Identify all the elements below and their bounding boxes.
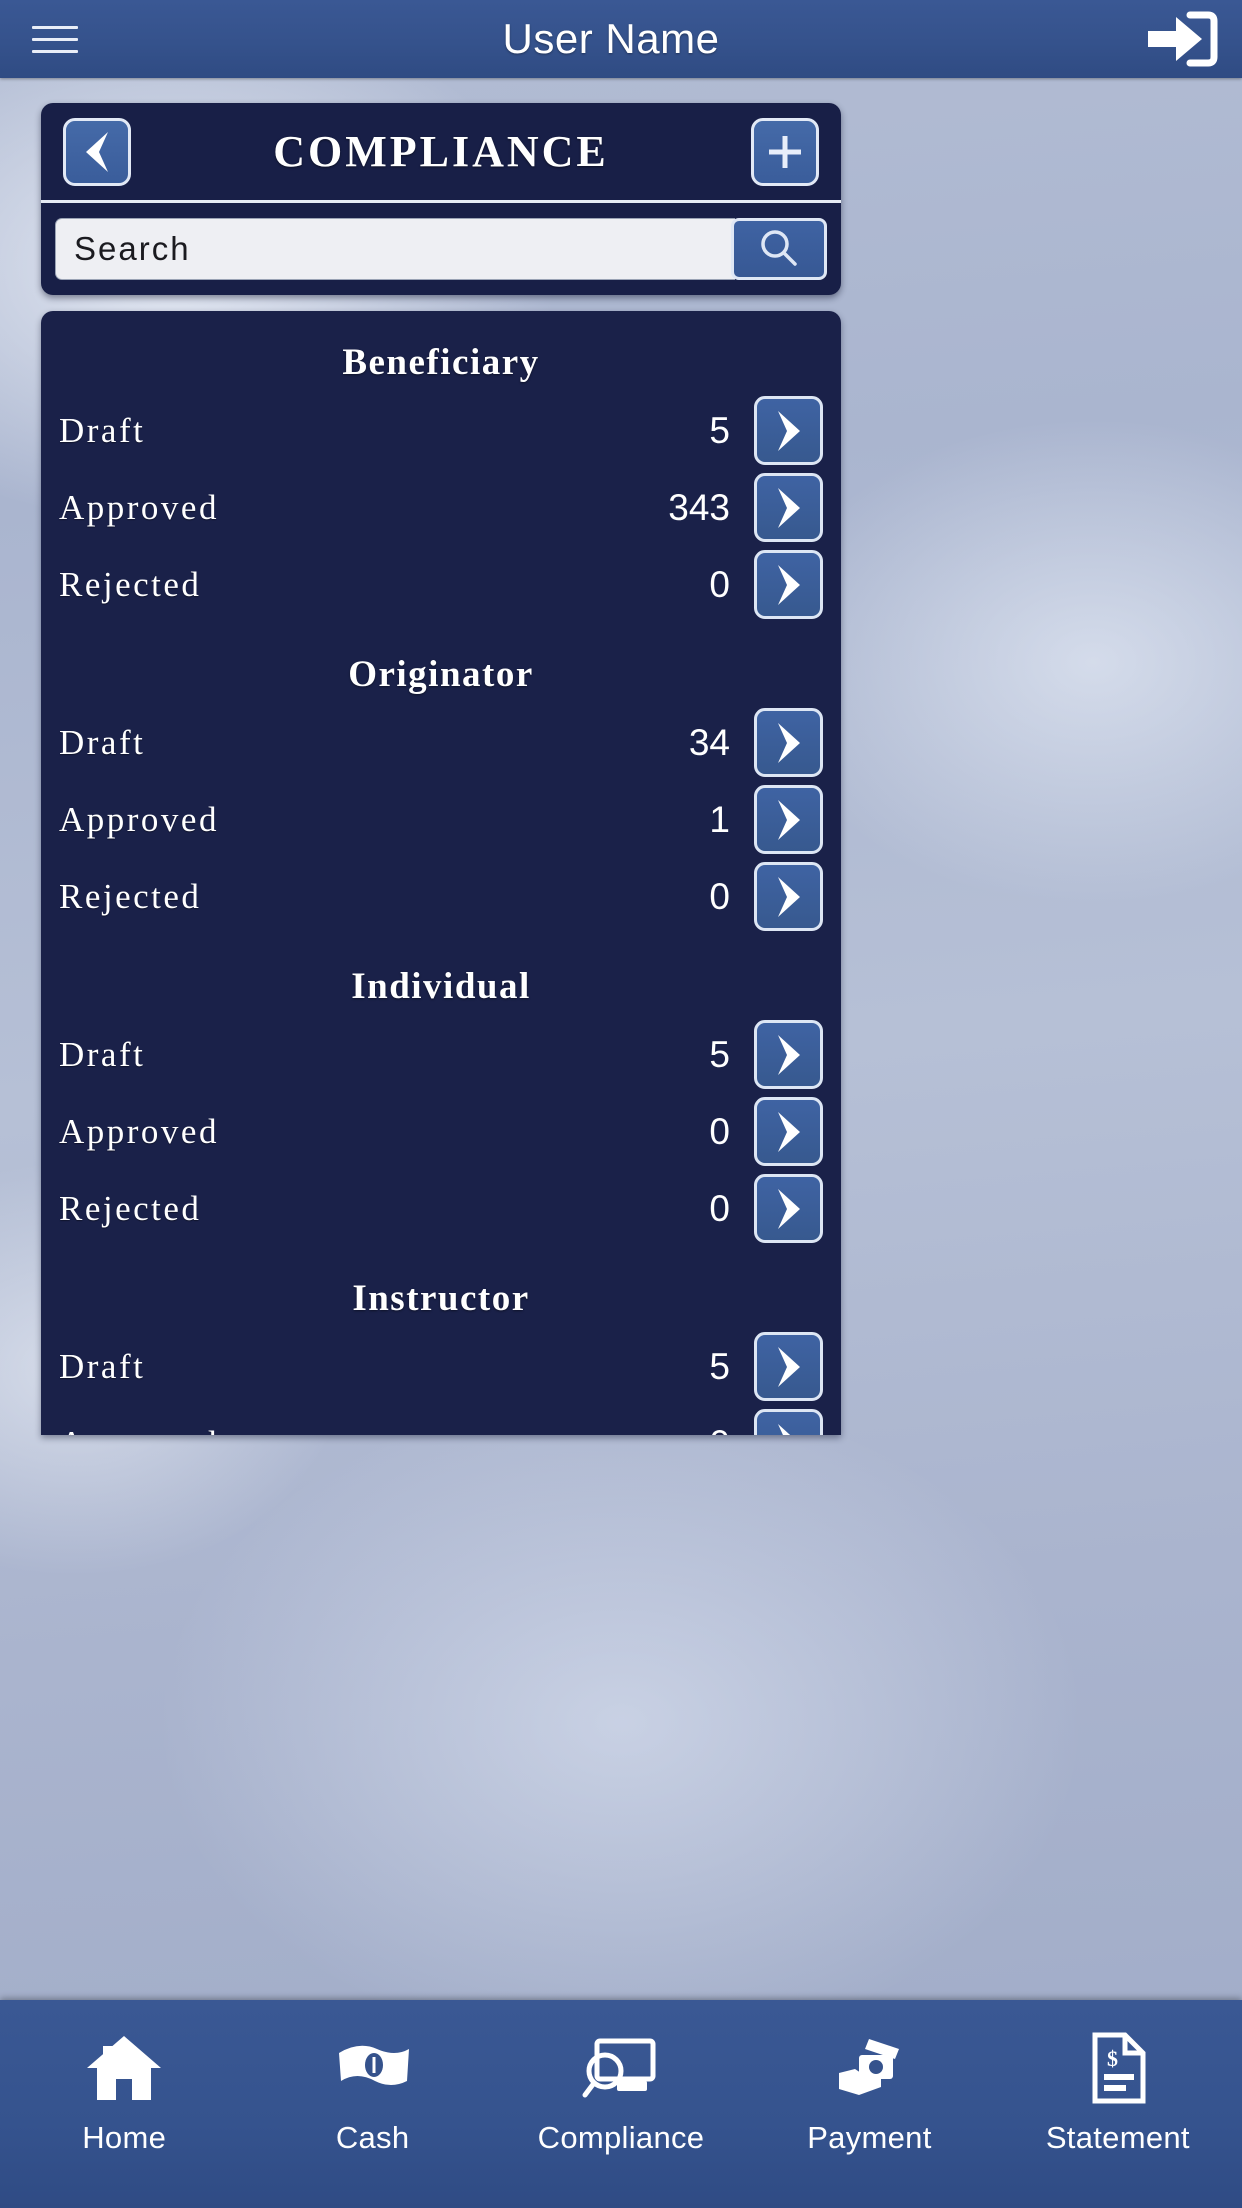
page-user-name: User Name bbox=[502, 15, 720, 62]
logout-arrow-icon[interactable] bbox=[1122, 0, 1242, 78]
nav-label-home: Home bbox=[82, 2120, 167, 2155]
nav-label-payment: Payment bbox=[807, 2120, 932, 2155]
section-title: Originator bbox=[348, 654, 534, 695]
list-item-arrow-button[interactable] bbox=[754, 785, 823, 854]
chevron-right-icon bbox=[777, 487, 800, 528]
list-item[interactable]: Approved0 bbox=[59, 1405, 823, 1435]
header-title-row: COMPLIANCE bbox=[41, 103, 841, 203]
list-item-count: 0 bbox=[709, 1110, 730, 1152]
list-item-count: 5 bbox=[709, 1033, 730, 1075]
chevron-right-icon bbox=[777, 410, 800, 451]
list-item-arrow-button[interactable] bbox=[754, 862, 823, 931]
list-item[interactable]: Draft 5 bbox=[59, 1016, 823, 1093]
list-item-label: Approved bbox=[59, 799, 219, 839]
list-item-count: 34 bbox=[688, 721, 730, 763]
section-title: Instructor bbox=[352, 1278, 530, 1319]
nav-item-compliance[interactable]: Compliance bbox=[497, 2000, 745, 2208]
list-item-label: Draft bbox=[59, 1346, 146, 1386]
list-item-arrow-button[interactable] bbox=[754, 1020, 823, 1089]
nav-label-statement: Statement bbox=[1045, 2120, 1190, 2155]
plus-icon bbox=[769, 135, 801, 168]
list-item-count: 0 bbox=[709, 563, 730, 605]
nav-label-cash: Cash bbox=[335, 2120, 410, 2155]
list-item-label: Approved bbox=[59, 1424, 709, 1436]
list-item-count: 0 bbox=[709, 875, 730, 917]
list-item[interactable]: Rejected 0 bbox=[59, 858, 823, 935]
list-item-arrow-button[interactable] bbox=[754, 550, 823, 619]
hamburger-bar bbox=[32, 37, 78, 41]
chevron-right-icon bbox=[777, 1111, 800, 1152]
logout-glyph bbox=[1148, 11, 1218, 67]
nav-item-cash[interactable]: Cash bbox=[248, 2000, 496, 2208]
back-triangle-icon bbox=[86, 131, 108, 172]
list-item-arrow-button[interactable] bbox=[754, 1409, 823, 1435]
list-item[interactable]: Draft 34 bbox=[59, 704, 823, 781]
list-item-count: 5 bbox=[709, 409, 730, 451]
list-item-label: Draft bbox=[59, 722, 146, 762]
list-item[interactable]: Draft 5 bbox=[59, 1328, 823, 1405]
chevron-right-icon bbox=[777, 1423, 791, 1435]
search-input[interactable] bbox=[55, 218, 735, 280]
list-item-count: 343 bbox=[668, 486, 730, 528]
svg-text:$: $ bbox=[1107, 2046, 1118, 2071]
chevron-right-icon bbox=[777, 1188, 800, 1229]
list-item-label: Rejected bbox=[59, 1188, 202, 1228]
page-title: COMPLIANCE bbox=[273, 127, 609, 176]
list-item[interactable]: Draft 5 bbox=[59, 392, 823, 469]
list-item[interactable]: Approved 0 bbox=[59, 1093, 823, 1170]
back-button[interactable] bbox=[63, 117, 131, 186]
compliance-header-card: COMPLIANCE bbox=[41, 103, 841, 295]
top-app-bar: User Name bbox=[0, 0, 1242, 78]
list-item-arrow-button[interactable] bbox=[754, 396, 823, 465]
monitor-magnifier-icon bbox=[581, 2032, 661, 2104]
hamburger-bar bbox=[32, 25, 78, 29]
hamburger-menu-icon[interactable] bbox=[0, 0, 110, 78]
compliance-list-panel[interactable]: Beneficiary Draft 5 Approved 343 Rejected 0 Ori… bbox=[41, 311, 841, 1435]
search-magnifier-icon bbox=[761, 230, 797, 266]
chevron-right-icon bbox=[777, 799, 800, 840]
list-item-count: 5 bbox=[709, 1345, 730, 1387]
list-item-label: Rejected bbox=[59, 876, 202, 916]
list-scroll-container: Beneficiary Draft 5 Approved 343 Rejected 0 Ori… bbox=[41, 311, 841, 1435]
banknotes-icon bbox=[333, 2032, 413, 2104]
list-item[interactable]: Rejected 0 bbox=[59, 546, 823, 623]
list-item-count: 0 bbox=[709, 1423, 754, 1436]
bottom-navigation-bar: Home Cash Compliance Payment $ Statement bbox=[0, 2000, 1242, 2208]
list-item-label: Approved bbox=[59, 487, 219, 527]
nav-label-compliance: Compliance bbox=[537, 2120, 705, 2155]
nav-item-payment[interactable]: Payment bbox=[745, 2000, 993, 2208]
chevron-right-icon bbox=[777, 876, 800, 917]
document-dollar-icon: $ bbox=[1087, 2032, 1149, 2104]
list-item-count: 0 bbox=[709, 1187, 730, 1229]
list-item-label: Rejected bbox=[59, 564, 202, 604]
chevron-right-icon bbox=[777, 1346, 800, 1387]
list-item-arrow-button[interactable] bbox=[754, 1174, 823, 1243]
list-item-label: Draft bbox=[59, 410, 146, 450]
list-item-label: Approved bbox=[59, 1111, 219, 1151]
section-title: Beneficiary bbox=[342, 342, 540, 383]
chevron-right-icon bbox=[777, 1034, 800, 1075]
chevron-right-icon bbox=[777, 564, 800, 605]
hamburger-bar bbox=[32, 49, 78, 53]
nav-item-statement[interactable]: $ Statement bbox=[994, 2000, 1242, 2208]
search-row bbox=[41, 203, 841, 295]
nav-item-home[interactable]: Home bbox=[0, 2000, 248, 2208]
list-item-arrow-button[interactable] bbox=[754, 473, 823, 542]
list-item[interactable]: Approved 1 bbox=[59, 781, 823, 858]
search-button[interactable] bbox=[731, 218, 827, 280]
list-item-arrow-button[interactable] bbox=[754, 1332, 823, 1401]
list-item[interactable]: Approved 343 bbox=[59, 469, 823, 546]
list-item[interactable]: Rejected 0 bbox=[59, 1170, 823, 1247]
chevron-right-icon bbox=[777, 722, 800, 763]
section-title: Individual bbox=[351, 966, 531, 1007]
list-item-arrow-button[interactable] bbox=[754, 708, 823, 777]
list-item-count: 1 bbox=[709, 798, 730, 840]
hand-money-icon bbox=[829, 2032, 909, 2104]
list-item-arrow-button[interactable] bbox=[754, 1097, 823, 1166]
add-button[interactable] bbox=[751, 117, 819, 186]
list-item-label: Draft bbox=[59, 1034, 146, 1074]
home-icon bbox=[85, 2032, 163, 2104]
